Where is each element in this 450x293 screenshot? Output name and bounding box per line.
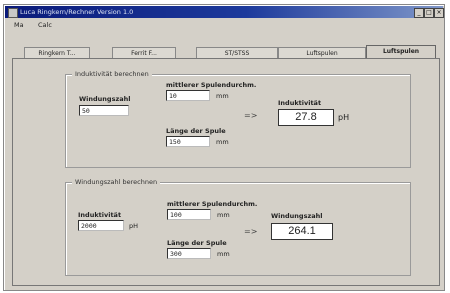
close-button[interactable]: × <box>434 8 444 18</box>
coil-length-input-2[interactable]: 300 <box>167 248 211 259</box>
inductance-label: Induktivität <box>78 211 122 219</box>
turns-input[interactable]: 50 <box>79 105 129 116</box>
inductance-unit: pH <box>129 222 139 230</box>
tab-panel: Induktivität berechnen Windungszahl 50 m… <box>12 58 440 286</box>
tab-strip: Ringkern T... Ferrit F... ST/STSS Luftsp… <box>12 45 438 60</box>
turns-group-title: Windungszahl berechnen <box>72 178 161 186</box>
mean-diameter-unit-2: mm <box>217 211 230 219</box>
inductance-group-title: Induktivität berechnen <box>72 70 152 78</box>
inductance-group: Induktivität berechnen Windungszahl 50 m… <box>65 70 411 168</box>
inductance-input[interactable]: 2000 <box>78 220 124 231</box>
coil-length-label-2: Länge der Spule <box>167 239 227 247</box>
minimize-button[interactable]: _ <box>414 8 424 18</box>
inductance-result-unit: pH <box>338 113 350 122</box>
inductance-result: 27.8 <box>278 109 334 126</box>
coil-length-label: Länge der Spule <box>166 127 226 135</box>
turns-result: 264.1 <box>271 223 333 240</box>
coil-length-input[interactable]: 150 <box>166 136 210 147</box>
turns-result-label: Windungszahl <box>271 212 323 220</box>
menu-item-calc[interactable]: Calc <box>38 21 52 29</box>
menu-item-file[interactable]: Ma <box>14 21 24 29</box>
mean-diameter-unit: mm <box>216 92 229 100</box>
arrow-icon: => <box>244 111 258 120</box>
turns-group: Windungszahl berechnen Induktivität 2000… <box>65 178 411 276</box>
coil-length-unit-2: mm <box>217 250 230 258</box>
mean-diameter-label: mittlerer Spulendurchm. <box>166 81 257 89</box>
arrow-icon-2: => <box>244 227 258 236</box>
title-bar[interactable]: Luca Ringkern/Rechner Version 1.0 _ □ × <box>5 6 444 18</box>
turns-label: Windungszahl <box>79 95 131 103</box>
window-title: Luca Ringkern/Rechner Version 1.0 <box>20 8 134 16</box>
mean-diameter-input[interactable]: 10 <box>166 90 210 101</box>
mean-diameter-label-2: mittlerer Spulendurchm. <box>167 200 258 208</box>
app-icon <box>8 8 18 18</box>
coil-length-unit: mm <box>216 138 229 146</box>
mean-diameter-input-2[interactable]: 100 <box>167 209 211 220</box>
inductance-result-label: Induktivität <box>278 99 322 107</box>
maximize-button[interactable]: □ <box>424 8 434 18</box>
